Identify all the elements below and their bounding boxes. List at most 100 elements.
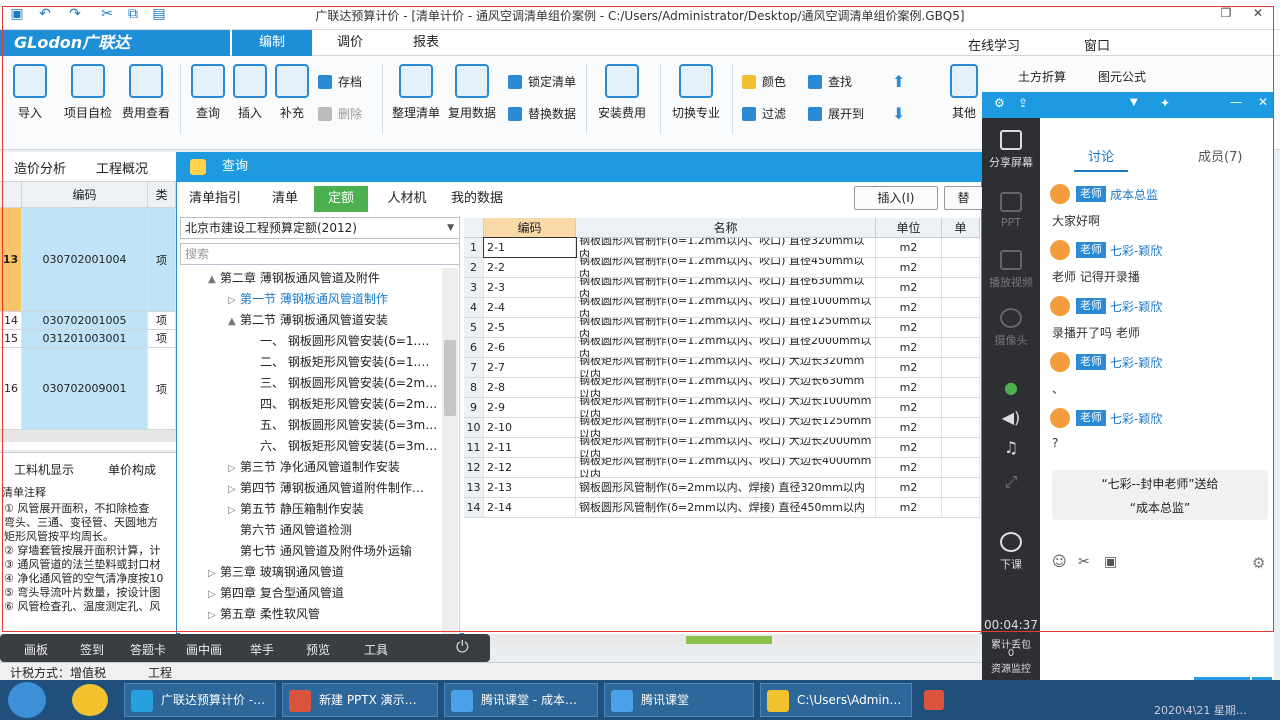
row-number[interactable]: 9 — [464, 398, 484, 417]
table-row[interactable]: 3 2-3 钢板圆形风管制作(δ=1.2mm以内、咬口) 直径630mm以内 m2 — [464, 278, 980, 298]
table-cell-price[interactable] — [942, 498, 980, 517]
color-button[interactable]: 颜色 — [740, 72, 786, 92]
table-cell-unit[interactable]: m2 — [876, 378, 942, 397]
reuse-data-button[interactable]: 复用数据 — [446, 64, 498, 138]
table-cell-code[interactable]: 2-11 — [484, 438, 576, 457]
table-cell-unit[interactable]: m2 — [876, 278, 942, 297]
tree-node[interactable]: ▷ 第五节 静压箱制作安装 — [196, 499, 442, 520]
pin-icon[interactable]: ✦ — [1160, 96, 1170, 110]
table-row[interactable]: 12 2-12 钢板矩形风管制作(δ=1.2mm以内、咬口) 大边长4000mm以内… — [464, 458, 980, 478]
whiteboard-button[interactable]: 画板 — [24, 641, 48, 658]
table-scrollbar[interactable] — [464, 634, 980, 646]
close-icon[interactable]: ✕ — [1258, 95, 1268, 109]
ppt-button[interactable]: PPT — [982, 192, 1040, 229]
row-number[interactable]: 8 — [464, 378, 484, 397]
tree-node[interactable]: 第六节 通风管道检测 — [196, 520, 442, 541]
taskbar-item[interactable]: 腾讯课堂 — [604, 683, 754, 717]
table-cell-name[interactable]: 钢板矩形风管制作(δ=1.2mm以内、咬口) 大边长4000mm以内 — [576, 458, 876, 477]
online-learning-link[interactable]: 在线学习 — [968, 35, 1020, 54]
checkin-button[interactable]: 签到 — [80, 641, 104, 658]
replace-data-button[interactable]: 替换数据 — [506, 104, 576, 124]
table-cell-price[interactable] — [942, 478, 980, 497]
table-cell-price[interactable] — [942, 318, 980, 337]
table-cell-type[interactable]: 项 — [148, 330, 176, 348]
share-screen-button[interactable]: 分享屏幕 — [982, 130, 1040, 170]
tab-report[interactable]: 报表 — [386, 30, 466, 56]
table-cell-code[interactable]: 2-10 — [484, 418, 576, 437]
delete-button[interactable]: 删除 — [316, 104, 362, 124]
table-cell-code[interactable]: 2-12 — [484, 458, 576, 477]
column-header-name[interactable]: 名称 — [576, 218, 876, 238]
table-cell-unit[interactable]: m2 — [876, 318, 942, 337]
table-row[interactable]: 14 2-14 钢板圆形风管制作(δ=2mm以内、焊接) 直径450mm以内 m2 — [464, 498, 980, 518]
table-cell-name[interactable]: 钢板矩形风管制作(δ=1.2mm以内、咬口) 大边长1000mm以内 — [576, 398, 876, 417]
self-check-button[interactable]: 项目自检 — [62, 64, 114, 138]
power-icon[interactable]: ⏻ — [456, 637, 469, 657]
move-up-icon[interactable]: ⬆ — [892, 72, 905, 91]
insert-button[interactable]: 插入(I) — [854, 186, 938, 210]
pinned-app-icon[interactable] — [72, 684, 108, 716]
table-cell-code[interactable]: 2-14 — [484, 498, 576, 517]
expand-arrow-icon[interactable]: ▷ — [228, 479, 240, 499]
paste-icon[interactable]: ▤ — [150, 5, 168, 23]
expand-to-button[interactable]: 展开到 — [806, 104, 864, 124]
tree-node[interactable]: ▲ 第二章 薄钢板通风管道及附件 — [196, 268, 442, 289]
tree-node[interactable]: 第七节 通风管道及附件场外运输 — [196, 541, 442, 562]
table-cell-unit[interactable]: m2 — [876, 338, 942, 357]
table-cell-code[interactable]: 030702001005 — [22, 312, 148, 330]
table-row[interactable]: 8 2-8 钢板矩形风管制作(δ=1.2mm以内、咬口) 大边长630mm以内 m2 — [464, 378, 980, 398]
gear-icon[interactable]: ⚙ — [1252, 554, 1265, 572]
expand-arrow-icon[interactable]: ▲ — [208, 269, 220, 289]
other-button[interactable]: 其他 — [942, 64, 986, 138]
tree-node[interactable]: ▲ 第二节 薄钢板通风管道安装 — [196, 310, 442, 331]
table-cell-name[interactable]: 钢板圆形风管制作(δ=1.2mm以内、咬口) 直径2000mm以内 — [576, 338, 876, 357]
copy-icon[interactable]: ⧉ — [124, 5, 142, 23]
horizontal-scrollbar[interactable] — [0, 430, 176, 442]
table-row[interactable]: 9 2-9 钢板矩形风管制作(δ=1.2mm以内、咬口) 大边长1000mm以内 m2 — [464, 398, 980, 418]
taskbar-item[interactable]: 新建 PPTX 演示… — [282, 683, 438, 717]
row-number[interactable]: 16 — [0, 348, 22, 430]
table-cell-unit[interactable]: m2 — [876, 498, 942, 517]
table-cell-price[interactable] — [942, 458, 980, 477]
tree-node[interactable]: ▷ 第三节 净化通风管道制作安装 — [196, 457, 442, 478]
tab-list-guide[interactable]: 清单指引 — [180, 186, 250, 212]
expand-arrow-icon[interactable]: ▷ — [228, 500, 240, 520]
organize-list-button[interactable]: 整理清单 — [390, 64, 442, 138]
row-number[interactable]: 10 — [464, 418, 484, 437]
table-cell-code[interactable]: 030702001004 — [22, 208, 148, 312]
table-cell-code[interactable]: 2-5 — [484, 318, 576, 337]
play-video-button[interactable]: 播放视频 — [982, 250, 1040, 290]
row-number[interactable]: 15 — [0, 330, 22, 348]
tree-node[interactable]: 一、 钢板圆形风管安装(δ=1.… — [196, 331, 442, 352]
table-cell-unit[interactable]: m2 — [876, 358, 942, 377]
row-number[interactable]: 12 — [464, 458, 484, 477]
table-row[interactable]: 5 2-5 钢板圆形风管制作(δ=1.2mm以内、咬口) 直径1250mm以内 m2 — [464, 318, 980, 338]
expand-arrow-icon[interactable]: ▷ — [208, 605, 220, 625]
tree-node[interactable]: 四、 钢板矩形风管安装(δ=2m… — [196, 394, 442, 415]
row-number[interactable]: 4 — [464, 298, 484, 317]
formula-button[interactable]: 图元公式 — [1098, 68, 1146, 85]
save-icon[interactable]: ▣ — [8, 5, 26, 23]
table-cell-name[interactable]: 钢板圆形风管制作(δ=2mm以内、焊接) 直径320mm以内 — [576, 478, 876, 497]
tools-button[interactable]: 工具 — [364, 641, 388, 658]
table-row[interactable]: 4 2-4 钢板圆形风管制作(δ=1.2mm以内、咬口) 直径1000mm以内 m2 — [464, 298, 980, 318]
sender-name[interactable]: 成本总监 — [1110, 186, 1158, 203]
tab-cost-analysis[interactable]: 造价分析 — [14, 158, 66, 177]
table-cell-code[interactable]: 2-13 — [484, 478, 576, 497]
picture-in-picture-button[interactable]: 画中画 — [186, 641, 222, 658]
table-cell-price[interactable] — [942, 378, 980, 397]
move-down-icon[interactable]: ⬇ — [892, 104, 905, 123]
tab-project-overview[interactable]: 工程概况 — [96, 158, 148, 177]
table-cell-unit[interactable]: m2 — [876, 478, 942, 497]
tab-members[interactable]: 成员(7) — [1198, 146, 1242, 165]
avatar[interactable] — [1050, 352, 1070, 372]
table-cell-name[interactable]: 钢板圆形风管制作(δ=1.2mm以内、咬口) 直径1000mm以内 — [576, 298, 876, 317]
row-number[interactable]: 3 — [464, 278, 484, 297]
table-cell-name[interactable]: 钢板矩形风管制作(δ=1.2mm以内、咬口) 大边长630mm以内 — [576, 378, 876, 397]
window-menu[interactable]: 窗口 — [1084, 35, 1110, 54]
replace-button[interactable]: 替 — [944, 186, 982, 210]
table-cell-code[interactable]: 2-4 — [484, 298, 576, 317]
table-cell-code[interactable]: 031201003001 — [22, 330, 148, 348]
table-cell-name[interactable]: 钢板矩形风管制作(δ=1.2mm以内、咬口) 大边长2000mm以内 — [576, 438, 876, 457]
taskbar-item[interactable]: 广联达预算计价 -… — [124, 683, 276, 717]
